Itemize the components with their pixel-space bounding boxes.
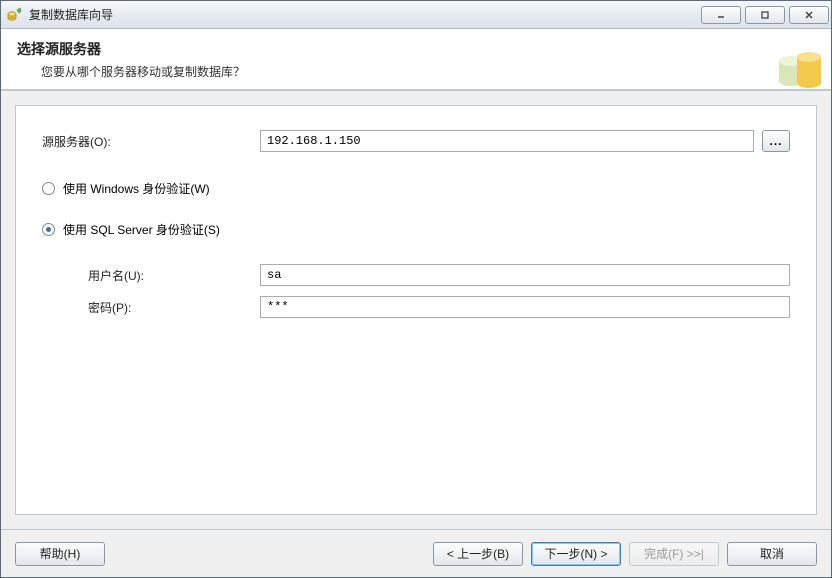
app-icon xyxy=(7,7,23,23)
windows-auth-radio[interactable] xyxy=(42,182,55,195)
minimize-button[interactable] xyxy=(701,6,741,24)
content-area: 源服务器(O): ... 使用 Windows 身份验证(W) 使用 SQL S… xyxy=(1,91,831,529)
password-row: 密码(P): xyxy=(42,296,790,318)
cancel-button[interactable]: 取消 xyxy=(727,542,817,566)
header-text: 选择源服务器 您要从哪个服务器移动或复制数据库？ xyxy=(17,39,815,89)
source-server-row: 源服务器(O): ... xyxy=(42,130,790,152)
maximize-button[interactable] xyxy=(745,6,785,24)
header-graphic-icon xyxy=(765,31,825,91)
window-controls xyxy=(697,6,829,24)
sql-auth-row[interactable]: 使用 SQL Server 身份验证(S) xyxy=(42,221,790,238)
password-input[interactable] xyxy=(260,296,790,318)
source-server-label: 源服务器(O): xyxy=(42,133,260,150)
sql-auth-label: 使用 SQL Server 身份验证(S) xyxy=(63,221,220,238)
browse-server-button[interactable]: ... xyxy=(762,130,790,152)
window-title: 复制数据库向导 xyxy=(29,6,697,23)
wizard-window: 复制数据库向导 选择源服务器 您要从哪个服务器移动或复制数据库？ xyxy=(0,0,832,578)
windows-auth-label: 使用 Windows 身份验证(W) xyxy=(63,180,210,197)
finish-button: 完成(F) >>| xyxy=(629,542,719,566)
windows-auth-row[interactable]: 使用 Windows 身份验证(W) xyxy=(42,180,790,197)
footer: 帮助(H) < 上一步(B) 下一步(N) > 完成(F) >>| 取消 xyxy=(1,529,831,577)
back-button[interactable]: < 上一步(B) xyxy=(433,542,523,566)
header-panel: 选择源服务器 您要从哪个服务器移动或复制数据库？ xyxy=(1,29,831,91)
next-button[interactable]: 下一步(N) > xyxy=(531,542,621,566)
close-button[interactable] xyxy=(789,6,829,24)
source-server-input[interactable] xyxy=(260,130,754,152)
password-label: 密码(P): xyxy=(88,299,260,316)
username-input[interactable] xyxy=(260,264,790,286)
username-row: 用户名(U): xyxy=(42,264,790,286)
username-label: 用户名(U): xyxy=(88,267,260,284)
titlebar: 复制数据库向导 xyxy=(1,1,831,29)
sql-auth-radio[interactable] xyxy=(42,223,55,236)
content-inner: 源服务器(O): ... 使用 Windows 身份验证(W) 使用 SQL S… xyxy=(15,105,817,515)
help-button[interactable]: 帮助(H) xyxy=(15,542,105,566)
page-subtitle: 您要从哪个服务器移动或复制数据库？ xyxy=(17,63,815,80)
page-title: 选择源服务器 xyxy=(17,39,815,59)
